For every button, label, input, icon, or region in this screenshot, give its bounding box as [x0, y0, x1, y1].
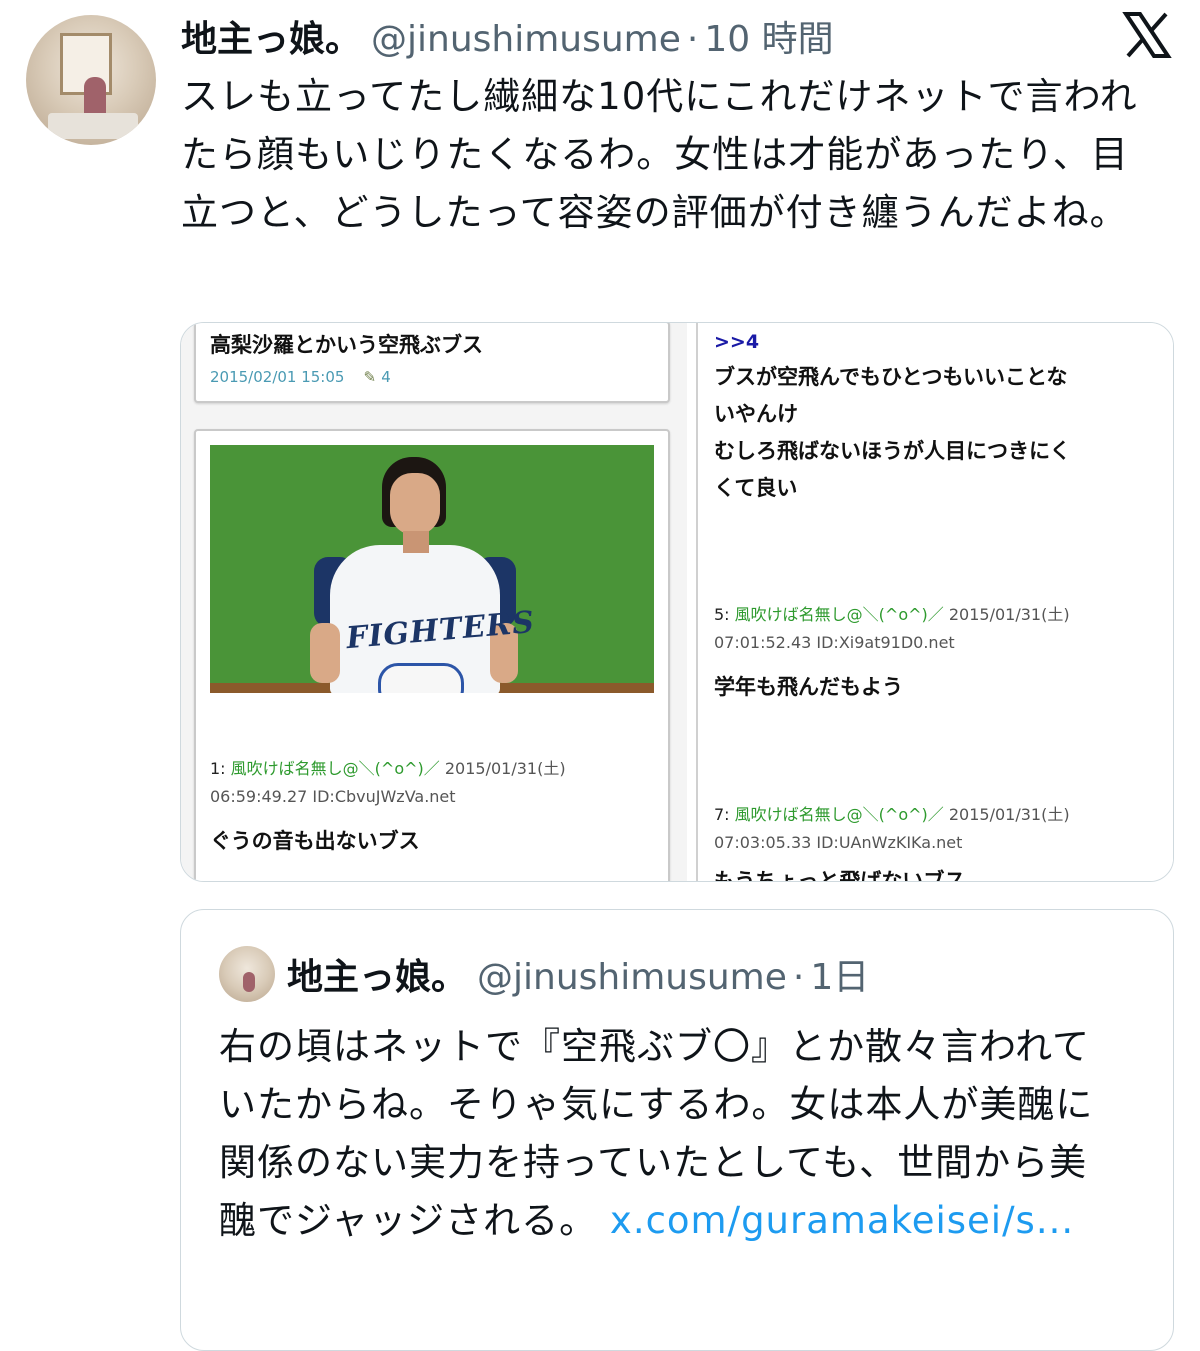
post-number: 5: — [714, 605, 730, 624]
author-avatar[interactable] — [26, 15, 156, 145]
reply-body: ブスが空飛んでもひとつもいいことな いやんけ むしろ飛ばないほうが人目につきにく… — [714, 359, 1071, 507]
thread-count: 4 — [381, 368, 391, 386]
post-poster: 風吹けば名無し@＼(^o^)／ — [734, 805, 944, 824]
quoted-author-handle[interactable]: @jinushimusume — [477, 957, 787, 998]
post-5-meta: 5: 風吹けば名無し@＼(^o^)／ 2015/01/31(土) 07:01:5… — [714, 601, 1070, 657]
avatar-figure — [243, 972, 255, 992]
post-time-id: 06:59:49.27 ID:CbvuJWzVa.net — [210, 787, 456, 806]
x-logo-icon[interactable] — [1122, 10, 1172, 60]
reply-line: むしろ飛ばないほうが人目につきにく — [714, 439, 1071, 463]
thread-title: 高梨沙羅とかいう空飛ぶブス — [210, 333, 483, 357]
author-handle[interactable]: @jinushimusume — [371, 19, 681, 60]
quoted-time[interactable]: 1日 — [810, 948, 869, 1000]
comment-icon: ✎ — [363, 368, 377, 386]
post-date: 2015/01/31(土) — [444, 759, 566, 778]
avatar-seat — [48, 113, 138, 139]
tweet-media[interactable]: 高梨沙羅とかいう空飛ぶブス 2015/02/01 15:05 ✎ 4 FIGHT… — [180, 322, 1174, 882]
quoted-author-name[interactable]: 地主っ娘。 — [287, 948, 467, 1000]
photo-face — [390, 473, 440, 535]
media-left-column: 高梨沙羅とかいう空飛ぶブス 2015/02/01 15:05 ✎ 4 FIGHT… — [181, 323, 687, 881]
quoted-header-separator: · — [792, 957, 805, 998]
post-date: 2015/01/31(土) — [948, 605, 1070, 624]
player-photo: FIGHTERS — [210, 445, 654, 693]
post-time-id: 07:03:05.33 ID:UAnWzKIKa.net — [714, 833, 963, 852]
post-poster: 風吹けば名無し@＼(^o^)／ — [734, 605, 944, 624]
post-5-body: 学年も飛んだもよう — [714, 675, 903, 699]
post-card: FIGHTERS 1: 風吹けば名無し@＼(^o^)／ 2015/01/31(土… — [194, 429, 670, 881]
photo-glove — [378, 663, 464, 693]
post-time-id: 07:01:52.43 ID:Xi9at91D0.net — [714, 633, 955, 652]
post-date: 2015/01/31(土) — [948, 805, 1070, 824]
post-poster: 風吹けば名無し@＼(^o^)／ — [230, 759, 440, 778]
thread-card: 高梨沙羅とかいう空飛ぶブス 2015/02/01 15:05 ✎ 4 — [194, 323, 670, 403]
reply-line: ブスが空飛んでもひとつもいいことな — [714, 365, 1068, 389]
quoted-author-avatar[interactable] — [219, 946, 275, 1002]
thread-date: 2015/02/01 15:05 — [210, 368, 345, 386]
post-number: 7: — [714, 805, 730, 824]
media-right-column: >>4 ブスが空飛んでもひとつもいいことな いやんけ むしろ飛ばないほうが人目に… — [696, 323, 1173, 882]
post-number: 1: — [210, 759, 226, 778]
reply-anchor: >>4 — [714, 331, 760, 353]
quoted-tweet[interactable]: 地主っ娘。 @jinushimusume · 1日 右の頃はネットで『空飛ぶブ〇… — [180, 909, 1174, 1351]
quoted-header: 地主っ娘。 @jinushimusume · 1日 — [287, 948, 869, 1000]
post-7-body: もうちょっと飛ばないブス — [714, 869, 966, 882]
author-name[interactable]: 地主っ娘。 — [181, 10, 361, 62]
quoted-link[interactable]: x.com/guramakeisei/s... — [597, 1199, 1074, 1242]
post-7-meta: 7: 風吹けば名無し@＼(^o^)／ 2015/01/31(土) 07:03:0… — [714, 801, 1070, 857]
quoted-text: 右の頃はネットで『空飛ぶブ〇』とか散々言われていたからね。そりゃ気にするわ。女は… — [219, 1018, 1119, 1250]
thread-meta: 2015/02/01 15:05 ✎ 4 — [210, 367, 391, 386]
header-separator: · — [686, 19, 699, 60]
post-1-meta: 1: 風吹けば名無し@＼(^o^)／ 2015/01/31(土) 06:59:4… — [210, 755, 566, 811]
reply-line: いやんけ — [714, 402, 798, 426]
avatar-figure — [84, 77, 106, 117]
post-1-body: ぐうの音も出ないブス — [210, 829, 420, 853]
reply-line: くて良い — [714, 476, 798, 500]
tweet-text: スレも立ってたし繊細な10代にこれだけネットで言われたら顔もいじりたくなるわ。女… — [181, 75, 1138, 234]
photo-neck — [403, 531, 429, 553]
tweet-header: 地主っ娘。 @jinushimusume · 10 時間 — [181, 10, 834, 64]
photo-arm-left — [310, 623, 340, 683]
tweet-time[interactable]: 10 時間 — [704, 10, 833, 62]
